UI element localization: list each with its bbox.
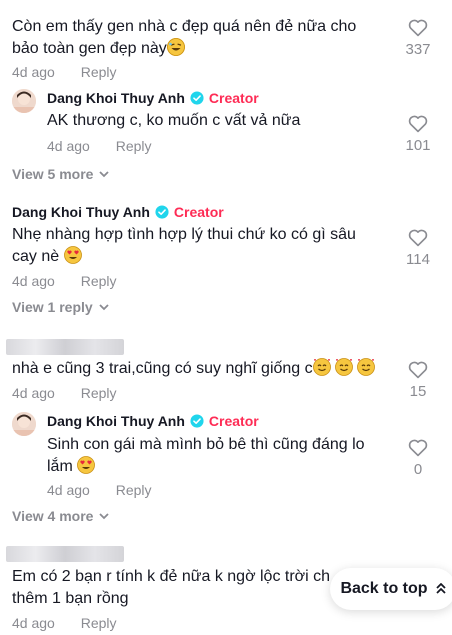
comment-meta: 4d ago Reply (12, 64, 117, 80)
heart-eyes-emoji-icon (77, 456, 96, 474)
heart-icon (408, 115, 428, 133)
author-name[interactable]: Dang Khoi Thuy Anh (12, 204, 150, 220)
reply-button[interactable]: Reply (116, 482, 152, 498)
reply-button[interactable]: Reply (81, 615, 117, 631)
like-count: 101 (405, 137, 431, 154)
reply-button[interactable]: Reply (81, 64, 117, 80)
like-count: 15 (409, 383, 427, 400)
heart-icon (408, 439, 428, 457)
reply-meta: 4d ago Reply (47, 138, 152, 154)
reply-author: Dang Khoi Thuy Anh Creator (47, 413, 259, 429)
heart-icon (408, 19, 428, 37)
verified-icon (190, 414, 204, 428)
laughing-emoji-icon (166, 38, 185, 56)
creator-badge: Creator (208, 90, 259, 106)
reply-text: Sinh con gái mà mình bỏ bê thì cũng đáng… (47, 436, 365, 475)
smiling-hearts-emoji-icon (334, 358, 353, 376)
double-chevron-up-icon (435, 583, 446, 594)
reply-button[interactable]: Reply (81, 273, 117, 289)
author-name[interactable]: Dang Khoi Thuy Anh (47, 413, 185, 429)
timestamp: 4d ago (12, 273, 55, 289)
comment-meta: 4d ago Reply (12, 615, 117, 631)
view-more-replies-button[interactable]: View 5 more (12, 166, 110, 182)
comment-text: Còn em thấy gen nhà c đẹp quá nên đẻ nữa… (12, 18, 357, 57)
blurred-username (6, 339, 124, 355)
like-button[interactable]: 337 (398, 18, 438, 58)
like-button[interactable]: 15 (398, 360, 438, 400)
blurred-username (6, 546, 124, 562)
reply-button[interactable]: Reply (116, 138, 152, 154)
like-count: 337 (405, 41, 431, 58)
chevron-down-icon (99, 512, 110, 519)
timestamp: 4d ago (12, 385, 55, 401)
heart-icon (408, 229, 428, 247)
avatar[interactable] (12, 412, 36, 436)
reply-author: Dang Khoi Thuy Anh Creator (47, 90, 259, 106)
comment-text: Nhẹ nhàng hợp tình hợp lý thui chứ ko có… (12, 226, 356, 265)
comment-meta: 4d ago Reply (12, 385, 117, 401)
chevron-down-icon (99, 303, 109, 310)
timestamp: 4d ago (47, 482, 90, 498)
view-more-replies-button[interactable]: View 1 reply (12, 299, 109, 315)
author-name[interactable]: Dang Khoi Thuy Anh (47, 90, 185, 106)
like-button[interactable]: 114 (398, 228, 438, 268)
back-to-top-label: Back to top (340, 580, 428, 597)
reply-meta: 4d ago Reply (47, 482, 152, 498)
reply-button[interactable]: Reply (81, 385, 117, 401)
timestamp: 4d ago (47, 138, 90, 154)
smiling-hearts-emoji-icon (312, 358, 331, 376)
like-button[interactable]: 0 (398, 438, 438, 478)
creator-badge: Creator (208, 413, 259, 429)
view-more-replies-button[interactable]: View 4 more (12, 508, 110, 524)
creator-badge: Creator (173, 204, 224, 220)
timestamp: 4d ago (12, 64, 55, 80)
like-count: 114 (406, 251, 430, 268)
comment-text: Em có 2 bạn r tính k đẻ nữa k ngờ lộc tr… (12, 568, 331, 607)
comment-author: Dang Khoi Thuy Anh Creator (12, 204, 224, 220)
back-to-top-button[interactable]: Back to top (330, 568, 452, 610)
like-button[interactable]: 101 (398, 114, 438, 154)
chevron-down-icon (99, 170, 110, 177)
verified-icon (155, 205, 169, 219)
like-count: 0 (413, 461, 423, 478)
heart-eyes-emoji-icon (63, 246, 82, 264)
reply-text: AK thương c, ko muốn c vất vả nữa (47, 112, 301, 129)
comment-text: nhà e cũng 3 trai,cũng có suy nghĩ giống… (12, 358, 402, 380)
comment-meta: 4d ago Reply (12, 273, 117, 289)
verified-icon (190, 91, 204, 105)
timestamp: 4d ago (12, 615, 55, 631)
heart-icon (408, 361, 428, 379)
avatar[interactable] (12, 89, 36, 113)
smiling-hearts-emoji-icon (356, 358, 375, 376)
